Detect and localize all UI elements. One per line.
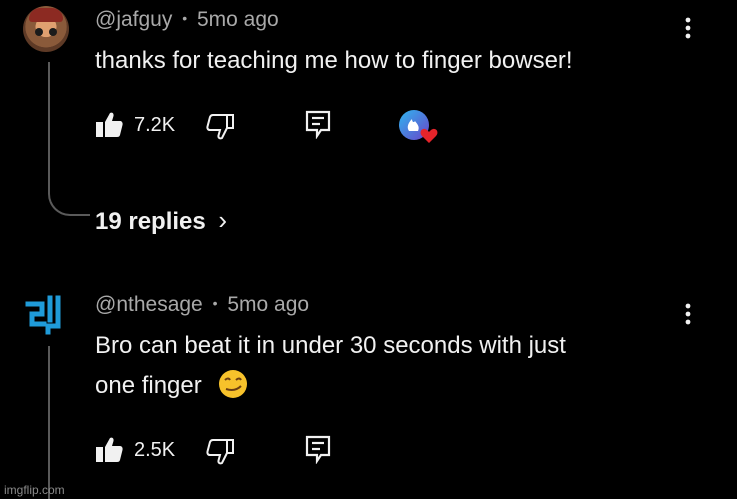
like-count: 2.5K [134,439,176,461]
reply-icon[interactable] [304,109,332,139]
watermark: imgflip.com [4,483,65,497]
thumbs-down-icon[interactable] [205,112,235,142]
comment-line: Bro can beat it in under 30 seconds with… [95,332,566,359]
comment-text: Bro can beat it in under 30 seconds with… [95,328,566,404]
thread-line [48,62,90,216]
more-vertical-icon[interactable] [679,300,697,328]
comment-line-text: one finger [95,372,202,399]
reply-icon[interactable] [304,434,332,464]
chevron-right-icon: › [218,205,228,235]
meta-separator: • [182,10,188,26]
view-replies-button[interactable]: 19 replies › [95,205,227,236]
comment-meta: @jafguy • 5mo ago [95,8,279,32]
comment-age[interactable]: 5mo ago [227,293,309,316]
thumbs-up-icon[interactable] [94,110,124,140]
replies-label: 19 replies [95,208,206,235]
comment-line: one finger [95,368,566,404]
avatar[interactable] [24,290,70,336]
creator-heart-icon[interactable] [398,109,440,145]
comment-author[interactable]: @nthesage [95,293,203,316]
meta-separator: • [212,295,218,311]
thumbs-down-icon[interactable] [205,437,235,467]
comment-age[interactable]: 5mo ago [197,8,279,31]
more-vertical-icon[interactable] [679,14,697,42]
thread-line [48,346,50,499]
like-count: 7.2K [134,114,176,136]
comment-text: thanks for teaching me how to finger bow… [95,47,573,74]
thumbs-up-icon[interactable] [94,435,124,465]
comment-author[interactable]: @jafguy [95,8,172,31]
avatar[interactable] [23,6,69,52]
smirk-emoji-icon [218,369,248,399]
comment-meta: @nthesage • 5mo ago [95,293,309,317]
